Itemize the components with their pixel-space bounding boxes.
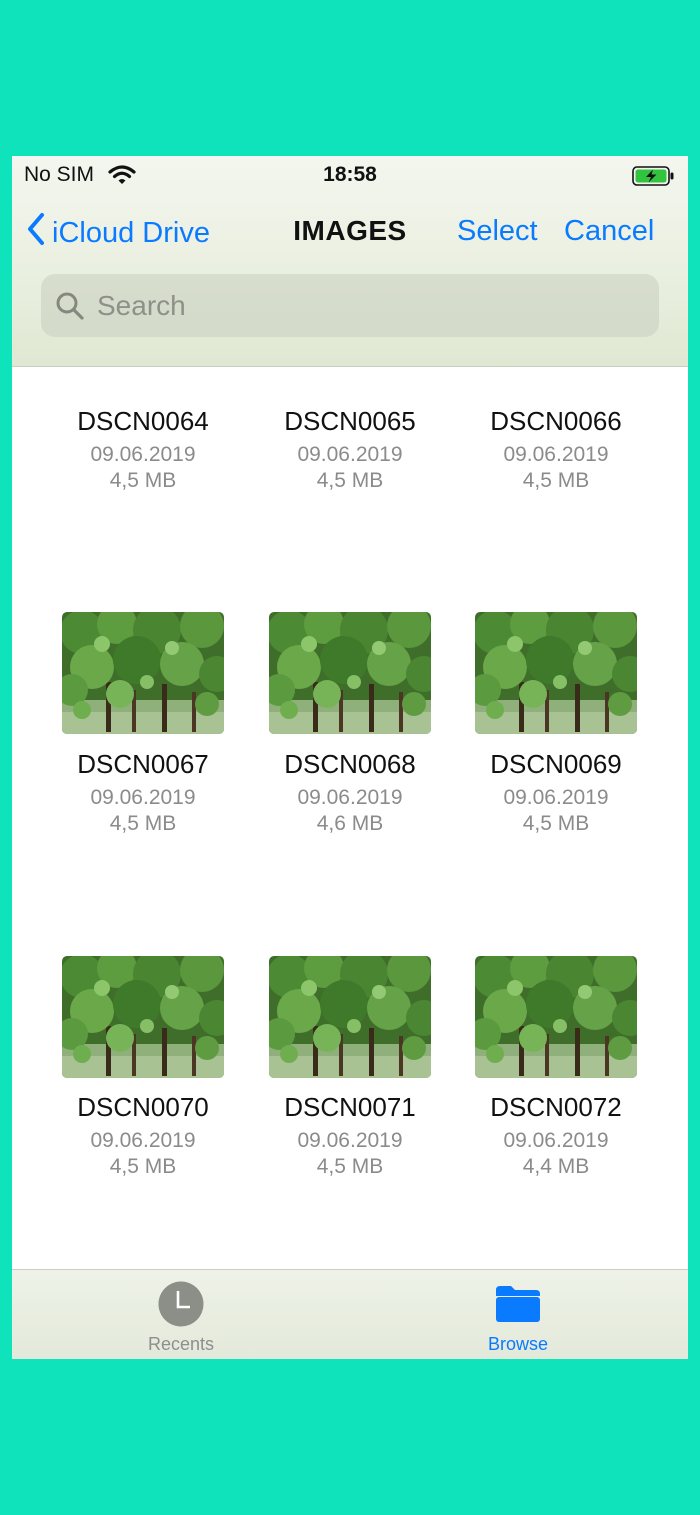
file-name: DSCN0069 bbox=[490, 749, 622, 779]
search-input[interactable] bbox=[95, 284, 639, 328]
navigation-header: No SIM 18:58 iCloud Drive IMAGES Select … bbox=[12, 156, 688, 367]
nav-bar: iCloud Drive IMAGES Select Cancel bbox=[12, 210, 688, 258]
status-time: 18:58 bbox=[323, 163, 377, 186]
file-name: DSCN0067 bbox=[77, 749, 209, 779]
file-date: 09.06.2019 bbox=[503, 443, 609, 466]
file-name: DSCN0068 bbox=[284, 749, 416, 779]
file-date: 09.06.2019 bbox=[503, 1129, 609, 1152]
file-name: DSCN0066 bbox=[490, 406, 622, 436]
file-name: DSCN0064 bbox=[77, 406, 209, 436]
phone-screen: DSCN0064 09.06.2019 4,5 MB DSCN0065 09.0… bbox=[12, 156, 688, 1359]
status-bar: No SIM 18:58 bbox=[12, 156, 688, 196]
file-date: 09.06.2019 bbox=[90, 443, 196, 466]
cancel-button[interactable]: Cancel bbox=[564, 215, 654, 248]
battery-charging-icon bbox=[632, 165, 676, 192]
file-size: 4,4 MB bbox=[522, 1155, 590, 1178]
file-date: 09.06.2019 bbox=[503, 786, 609, 809]
file-size: 4,5 MB bbox=[522, 812, 590, 835]
file-name: DSCN0071 bbox=[284, 1092, 416, 1122]
file-thumbnail[interactable] bbox=[62, 612, 224, 734]
tab-browse[interactable]: Browse bbox=[418, 1270, 618, 1359]
file-size: 4,5 MB bbox=[109, 1155, 177, 1178]
file-size: 4,6 MB bbox=[316, 812, 384, 835]
tab-recents-label: Recents bbox=[147, 1334, 215, 1354]
file-date: 09.06.2019 bbox=[90, 786, 196, 809]
file-thumbnail[interactable] bbox=[269, 612, 431, 734]
select-button[interactable]: Select bbox=[457, 215, 538, 248]
file-date: 09.06.2019 bbox=[297, 786, 403, 809]
file-name: DSCN0070 bbox=[77, 1092, 209, 1122]
tab-browse-label: Browse bbox=[487, 1334, 549, 1354]
search-bar[interactable] bbox=[41, 274, 659, 337]
file-size: 4,5 MB bbox=[522, 469, 590, 492]
file-date: 09.06.2019 bbox=[90, 1129, 196, 1152]
file-size: 4,5 MB bbox=[109, 469, 177, 492]
file-name: DSCN0065 bbox=[284, 406, 416, 436]
file-size: 4,5 MB bbox=[109, 812, 177, 835]
file-thumbnail[interactable] bbox=[475, 956, 637, 1078]
clock-icon bbox=[158, 1281, 204, 1332]
file-date: 09.06.2019 bbox=[297, 1129, 403, 1152]
file-thumbnail[interactable] bbox=[269, 956, 431, 1078]
tab-bar: Recents Browse bbox=[12, 1269, 688, 1359]
tab-recents[interactable]: Recents bbox=[81, 1270, 281, 1359]
file-thumbnail[interactable] bbox=[475, 612, 637, 734]
folder-icon bbox=[494, 1284, 542, 1329]
file-size: 4,5 MB bbox=[316, 1155, 384, 1178]
file-name: DSCN0072 bbox=[490, 1092, 622, 1122]
file-thumbnail[interactable] bbox=[62, 956, 224, 1078]
search-icon bbox=[55, 291, 85, 326]
file-date: 09.06.2019 bbox=[297, 443, 403, 466]
file-size: 4,5 MB bbox=[316, 469, 384, 492]
